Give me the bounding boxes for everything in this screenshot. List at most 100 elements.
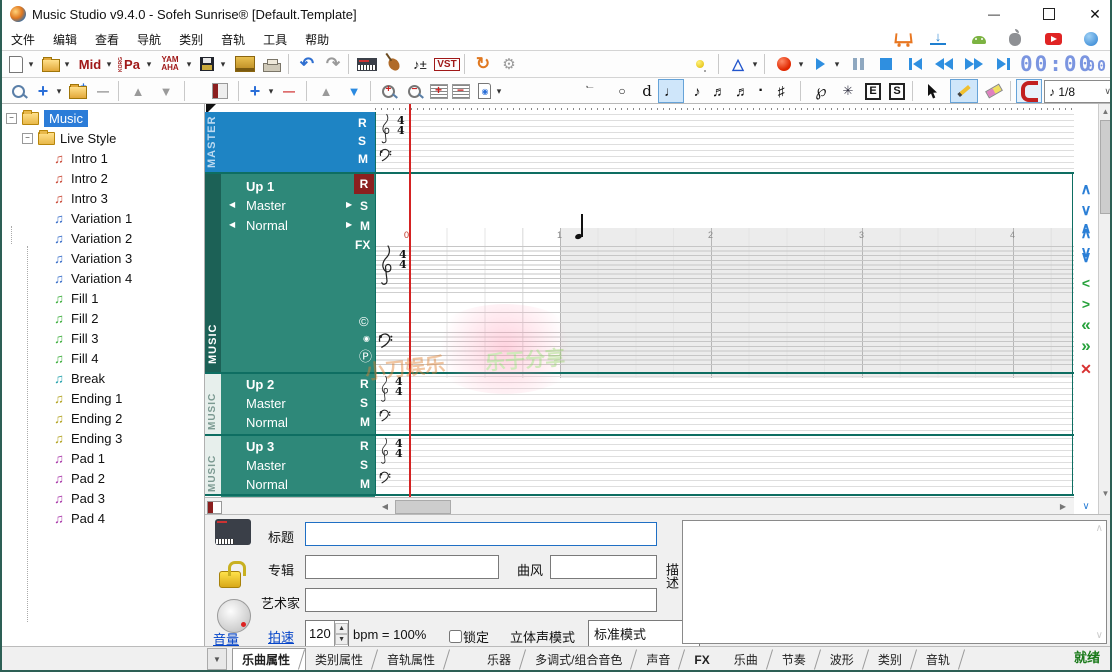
tab-track[interactable]: 音轨 (917, 649, 965, 670)
menu-navigate[interactable]: 导航 (128, 28, 170, 50)
tree-item-intro-3[interactable]: ♫Intro 3 (52, 189, 108, 207)
jump-down-button[interactable]: ∨∨ (1076, 246, 1096, 264)
duration-breve-button[interactable]: ♩ (580, 78, 602, 104)
spinner-arrows[interactable]: ▲▼ (334, 621, 348, 646)
duration-thirtysecond-button[interactable]: ♬ (730, 80, 752, 102)
tree-item-ending-1[interactable]: ♫Ending 1 (52, 389, 122, 407)
android-button[interactable] (966, 31, 992, 49)
menu-tools[interactable]: 工具 (254, 28, 296, 50)
korg-dropdown[interactable]: ▾ (144, 53, 154, 75)
midi-import-button[interactable]: Mid (76, 53, 104, 75)
duration-sixteenth-button[interactable]: ♬ (708, 80, 730, 102)
fast-forward-button[interactable] (960, 53, 988, 75)
play-dropdown[interactable]: ▾ (832, 53, 842, 75)
select-tool-button[interactable] (920, 80, 946, 102)
tree-item-variation-4[interactable]: ♫Variation 4 (52, 269, 132, 287)
scroll-right-arrow[interactable]: ▶ (1055, 499, 1071, 513)
save-dropdown[interactable]: ▾ (218, 53, 228, 75)
tab-instrument[interactable]: 乐器 (478, 649, 526, 670)
instrument-button[interactable] (215, 519, 255, 553)
metronome-dropdown[interactable]: ▾ (750, 53, 760, 75)
tab-list-dropdown[interactable]: ▼ (207, 648, 227, 670)
tree-item-pad-1[interactable]: ♫Pad 1 (52, 449, 105, 467)
menu-edit[interactable]: 编辑 (44, 28, 86, 50)
yamaha-button[interactable]: YAM AHA (156, 53, 184, 75)
website-button[interactable] (1078, 30, 1104, 48)
tree-item-label[interactable]: Variation 4 (71, 271, 132, 286)
tree-item-label[interactable]: Ending 1 (71, 391, 122, 406)
tree-item-label[interactable]: Ending 2 (71, 411, 122, 426)
track-name[interactable]: Up 1 (246, 179, 274, 194)
tab-rhythm[interactable]: 节奏 (773, 649, 821, 670)
up2-strip[interactable]: MUSIC (205, 374, 221, 434)
volume-knob[interactable] (217, 599, 251, 633)
duration-eighth-button[interactable]: ♪ (686, 80, 708, 102)
tree-item-pad-4[interactable]: ♫Pad 4 (52, 509, 105, 527)
tab-sound[interactable]: 声音 (637, 649, 685, 670)
solo-button[interactable]: S (360, 396, 368, 410)
open-dropdown[interactable]: ▾ (62, 53, 72, 75)
tree-item-break[interactable]: ♫Break (52, 369, 105, 387)
panel-collapse-chevron[interactable]: ∨ (1076, 498, 1096, 514)
vst-button[interactable]: VST (434, 53, 460, 75)
right-tri-icon[interactable]: ▶ (346, 220, 352, 229)
tree-item-fill-3[interactable]: ♫Fill 3 (52, 329, 98, 347)
scroll-down-arrow[interactable]: ▼ (1099, 486, 1112, 500)
ruler[interactable] (375, 108, 1075, 110)
sustain-button[interactable]: S (886, 80, 908, 102)
tree-item-variation-1[interactable]: ♫Variation 1 (52, 209, 132, 227)
master-record-button[interactable]: R (358, 116, 367, 130)
scroll-up-icon[interactable]: ∧ (1096, 523, 1103, 534)
ornament-button[interactable]: ✳ (836, 80, 860, 102)
tab-category[interactable]: 类别 (869, 649, 917, 670)
record-arm-button[interactable]: R (360, 439, 369, 453)
minimize-button[interactable]: — (977, 3, 1011, 25)
zoom-in-button[interactable]: + (376, 80, 400, 102)
menu-file[interactable]: 文件 (2, 28, 44, 50)
tab-fx[interactable]: FX (685, 649, 724, 670)
left-tri-icon[interactable]: ◀ (229, 220, 235, 229)
tree-node-music[interactable]: − Music (6, 109, 88, 127)
view-mode-dropdown[interactable]: ▾ (494, 80, 504, 102)
tab-multimode[interactable]: 多调式/组合音色 (526, 649, 637, 670)
track-down-button[interactable]: ▼ (342, 80, 366, 102)
tree-item-pad-3[interactable]: ♫Pad 3 (52, 489, 105, 507)
tempo-spinner[interactable]: 120 ▲▼ (305, 620, 349, 647)
record-arm-button[interactable]: R (354, 174, 374, 194)
nudge-left-button[interactable]: < (1076, 274, 1096, 292)
up3-track-header[interactable]: Up 3 Master Normal R S M (221, 436, 375, 494)
store-cart-button[interactable] (890, 29, 916, 47)
jump-right-button[interactable]: » (1076, 337, 1096, 355)
playhead[interactable] (409, 104, 411, 497)
move-up-button[interactable]: ▲ (126, 80, 150, 102)
menu-category[interactable]: 类别 (170, 28, 212, 50)
rewind-button[interactable] (930, 53, 958, 75)
add-folder-button[interactable]: + (66, 80, 90, 102)
pedal-button[interactable]: ℘ (808, 80, 834, 102)
spin-down-icon[interactable]: ▼ (335, 634, 348, 645)
fx-button[interactable]: FX (355, 238, 370, 252)
search-button[interactable] (6, 80, 30, 102)
album-input[interactable] (305, 555, 499, 579)
tree-item-label[interactable]: Variation 3 (71, 251, 132, 266)
track-name[interactable]: Up 2 (246, 377, 274, 392)
duration-whole-button[interactable]: ○ (610, 80, 634, 102)
tree-item-variation-2[interactable]: ♫Variation 2 (52, 229, 132, 247)
view-mode-button[interactable]: ◉ (472, 80, 494, 102)
tree-item-fill-4[interactable]: ♫Fill 4 (52, 349, 98, 367)
download-button[interactable]: ↓ (930, 29, 946, 45)
octave-down-button[interactable]: ∨ (1076, 201, 1096, 219)
right-tri-icon[interactable]: ▶ (346, 200, 352, 209)
tree-item-label[interactable]: Fill 4 (71, 351, 98, 366)
tree-item-label[interactable]: Break (71, 371, 105, 386)
guitar-button[interactable] (382, 53, 406, 75)
new-file-button[interactable] (6, 53, 26, 75)
tree-item-pad-2[interactable]: ♫Pad 2 (52, 469, 105, 487)
tempo-link[interactable]: 拍速 (268, 627, 294, 646)
pin-button[interactable] (688, 53, 712, 75)
track-source-select[interactable]: Master (246, 396, 286, 411)
step-forward-button[interactable] (990, 53, 1016, 75)
snap-magnet-button[interactable] (1016, 79, 1042, 103)
track-mini-icon[interactable] (207, 501, 222, 514)
tree-item-label[interactable]: Intro 1 (71, 151, 108, 166)
